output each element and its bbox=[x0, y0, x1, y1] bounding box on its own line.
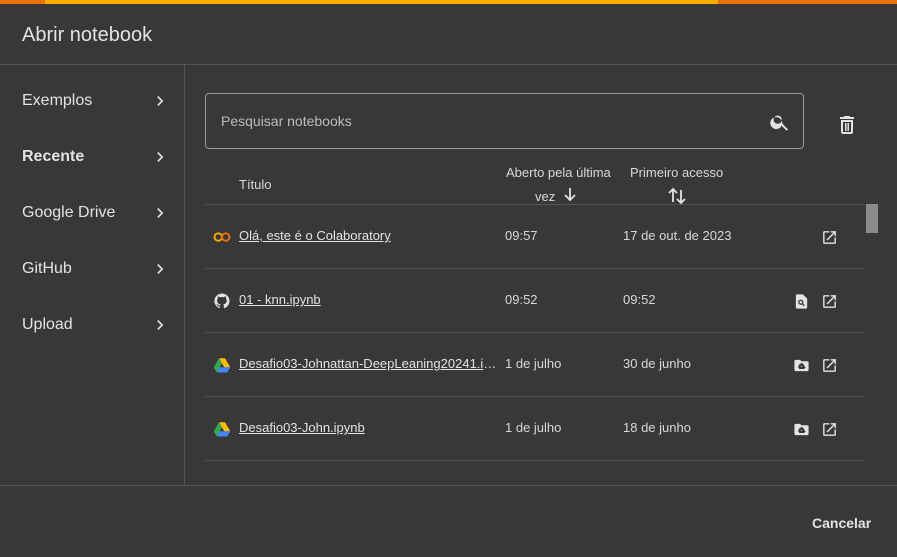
chevron-right-icon bbox=[157, 264, 164, 274]
table-row[interactable]: Desafio03-John.ipynb 1 de julho 18 de ju… bbox=[205, 396, 865, 461]
sort-arrows-icon[interactable] bbox=[667, 186, 687, 206]
github-view-icon[interactable] bbox=[793, 293, 810, 310]
drive-folder-icon[interactable] bbox=[793, 357, 810, 374]
cancel-button[interactable]: Cancelar bbox=[812, 515, 871, 531]
github-icon bbox=[214, 293, 230, 309]
sidebar-item-label: Upload bbox=[22, 316, 73, 333]
table-row[interactable]: Olá, este é o Colaboratory 09:57 17 de o… bbox=[205, 204, 865, 269]
last-opened-value: 09:57 bbox=[505, 228, 538, 243]
table-row[interactable]: 01 - knn.ipynb 09:52 09:52 bbox=[205, 268, 865, 333]
chevron-right-icon bbox=[157, 320, 164, 330]
column-header-first-opened[interactable]: Primeiro acesso bbox=[630, 165, 723, 180]
open-new-tab-icon[interactable] bbox=[821, 421, 838, 438]
dialog-title: Abrir notebook bbox=[22, 24, 153, 46]
notebook-link[interactable]: Desafio03-Johnattan-DeepLeaning20241.ipy… bbox=[239, 356, 499, 371]
last-opened-value: 1 de julho bbox=[505, 356, 562, 371]
search-placeholder: Pesquisar notebooks bbox=[221, 113, 352, 129]
last-opened-value: 09:52 bbox=[505, 292, 538, 307]
drive-folder-icon[interactable] bbox=[793, 421, 810, 438]
drive-icon bbox=[213, 422, 231, 437]
search-input[interactable]: Pesquisar notebooks bbox=[205, 93, 804, 149]
sidebar-item-exemplos[interactable]: Exemplos bbox=[0, 73, 184, 129]
column-header-last-opened-line2[interactable]: vez bbox=[535, 189, 555, 204]
sidebar-item-label: Recente bbox=[22, 148, 85, 165]
table-row[interactable]: Desafio03-Johnattan-DeepLeaning20241.ipy… bbox=[205, 332, 865, 397]
chevron-right-icon bbox=[157, 96, 164, 106]
arrow-down-icon[interactable] bbox=[563, 187, 577, 203]
colab-icon bbox=[213, 232, 231, 242]
search-icon[interactable] bbox=[769, 111, 791, 133]
column-header-last-opened[interactable]: Aberto pela última bbox=[506, 165, 611, 180]
open-new-tab-icon[interactable] bbox=[821, 229, 838, 246]
sidebar-item-label: Exemplos bbox=[22, 92, 93, 109]
drive-icon bbox=[213, 358, 231, 373]
progress-bar bbox=[0, 0, 897, 4]
chevron-right-icon bbox=[157, 152, 164, 162]
sidebar-item-google-drive[interactable]: Google Drive bbox=[0, 185, 184, 241]
notebook-link[interactable]: 01 - knn.ipynb bbox=[239, 292, 321, 307]
first-opened-value: 09:52 bbox=[623, 292, 656, 307]
scrollbar-thumb[interactable] bbox=[866, 204, 878, 233]
trash-icon[interactable] bbox=[835, 113, 859, 137]
sidebar-item-recente[interactable]: Recente bbox=[0, 129, 184, 185]
row-divider bbox=[205, 460, 865, 461]
sidebar-item-label: GitHub bbox=[22, 260, 72, 277]
sidebar-item-label: Google Drive bbox=[22, 204, 116, 221]
first-opened-value: 30 de junho bbox=[623, 356, 691, 371]
progress-fill bbox=[44, 0, 718, 4]
notebook-link[interactable]: Desafio03-John.ipynb bbox=[239, 420, 365, 435]
notebook-link[interactable]: Olá, este é o Colaboratory bbox=[239, 228, 391, 243]
chevron-right-icon bbox=[157, 208, 164, 218]
last-opened-value: 1 de julho bbox=[505, 420, 562, 435]
sidebar-item-upload[interactable]: Upload bbox=[0, 297, 184, 353]
sidebar-item-github[interactable]: GitHub bbox=[0, 241, 184, 297]
footer-divider bbox=[0, 485, 897, 486]
open-new-tab-icon[interactable] bbox=[821, 293, 838, 310]
first-opened-value: 17 de out. de 2023 bbox=[623, 228, 732, 243]
first-opened-value: 18 de junho bbox=[623, 420, 691, 435]
open-new-tab-icon[interactable] bbox=[821, 357, 838, 374]
sidebar: Exemplos Recente Google Drive GitHub Upl… bbox=[0, 65, 185, 485]
column-header-title[interactable]: Título bbox=[239, 177, 272, 192]
